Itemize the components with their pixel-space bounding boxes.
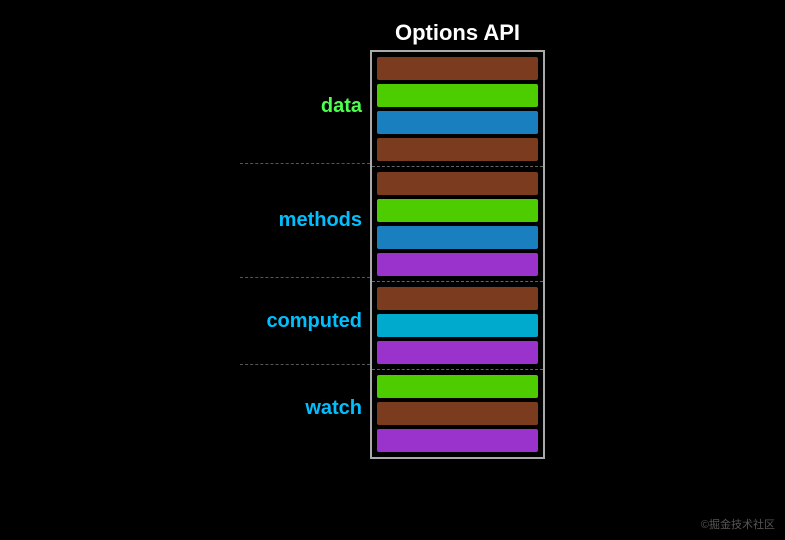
bar-watch-2 [377, 429, 538, 452]
bars-section-watch [372, 370, 543, 457]
title-row: Options API [245, 20, 540, 50]
bar-methods-2 [377, 226, 538, 249]
section-label-computed: computed [266, 310, 362, 333]
watermark: ©掘金技术社区 [701, 516, 775, 532]
label-cell-watch: watch [240, 365, 370, 452]
diagram-title: Options API [375, 20, 540, 50]
section-label-data: data [321, 95, 362, 118]
bar-computed-2 [377, 341, 538, 364]
content-row: data methods computed watch [240, 50, 545, 459]
bar-data-0 [377, 57, 538, 80]
bars-section-computed [372, 282, 543, 370]
right-bars [370, 50, 545, 459]
bar-data-3 [377, 138, 538, 161]
bar-methods-1 [377, 199, 538, 222]
diagram-wrapper: Options API data methods computed watch [240, 20, 545, 459]
label-cell-data: data [240, 50, 370, 164]
bar-watch-0 [377, 375, 538, 398]
bar-computed-1 [377, 314, 538, 337]
bar-computed-0 [377, 287, 538, 310]
bar-data-1 [377, 84, 538, 107]
bar-data-2 [377, 111, 538, 134]
bar-methods-0 [377, 172, 538, 195]
main-container: Options API data methods computed watch [0, 0, 785, 540]
label-cell-computed: computed [240, 278, 370, 365]
section-label-watch: watch [305, 397, 362, 420]
left-labels: data methods computed watch [240, 50, 370, 459]
bars-section-methods [372, 167, 543, 282]
bar-methods-3 [377, 253, 538, 276]
label-cell-methods: methods [240, 164, 370, 278]
section-label-methods: methods [279, 209, 362, 232]
bars-section-data [372, 52, 543, 167]
bar-watch-1 [377, 402, 538, 425]
